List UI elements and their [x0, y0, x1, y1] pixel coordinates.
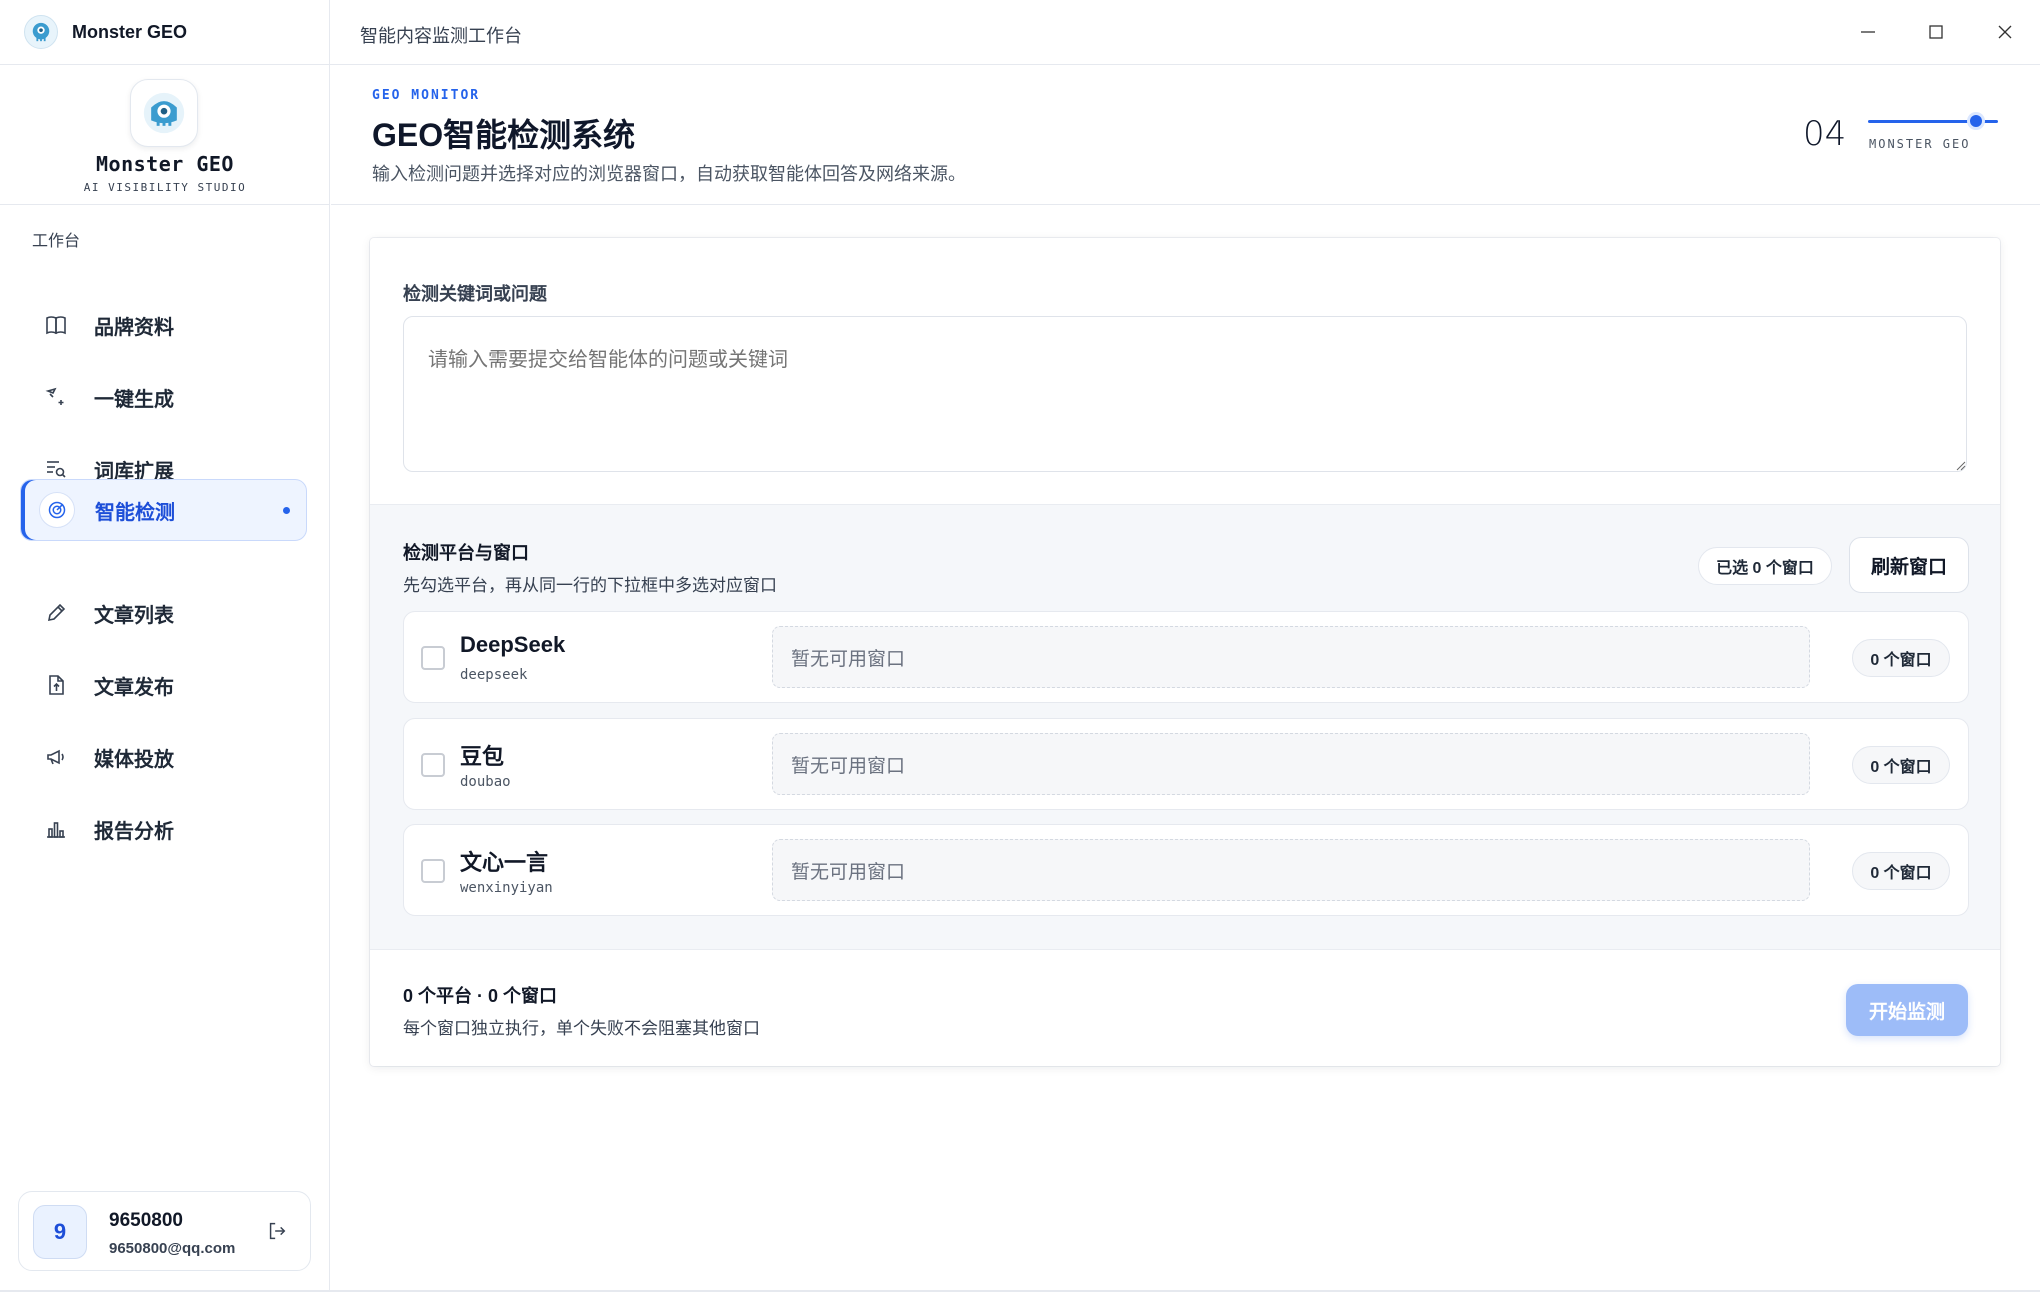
logout-button[interactable]: [266, 1220, 290, 1244]
platform-row-deepseek: DeepSeek deepseek 暂无可用窗口 0 个窗口: [403, 611, 1969, 703]
platform-name: 文心一言: [460, 850, 549, 875]
platform-section-title: 检测平台与窗口: [403, 543, 529, 563]
megaphone-icon: [38, 739, 74, 775]
detection-card: 检测关键词或问题 检测平台与窗口 先勾选平台，再从同一行的下拉框中多选对应窗口 …: [370, 238, 2000, 1066]
nav-item-article-publish[interactable]: 文章发布: [20, 654, 307, 716]
close-button[interactable]: [1985, 14, 2025, 50]
minimize-button[interactable]: [1848, 14, 1888, 50]
magic-wand-icon: [38, 379, 74, 415]
platform-name: 豆包: [460, 744, 505, 769]
summary-description: 每个窗口独立执行，单个失败不会阻塞其他窗口: [403, 1019, 760, 1038]
window-select-placeholder: 暂无可用窗口: [791, 861, 906, 883]
nav-item-label: 文章列表: [94, 604, 174, 627]
user-card: 9 9650800 9650800@qq.com: [18, 1191, 311, 1271]
active-indicator-dot: [283, 506, 290, 514]
platform-section: 检测平台与窗口 先勾选平台，再从同一行的下拉框中多选对应窗口 已选 0 个窗口 …: [370, 504, 2000, 950]
nav-item-one-click-generate[interactable]: 一键生成: [20, 366, 307, 428]
maximize-button[interactable]: [1916, 14, 1956, 50]
platform-row-wenxinyiyan: 文心一言 wenxinyiyan 暂无可用窗口 0 个窗口: [403, 824, 1969, 916]
window-count-badge: 0 个窗口: [1852, 639, 1950, 677]
bar-chart-icon: [38, 811, 74, 847]
sidebar: Monster GEO AI VISIBILITY STUDIO 工作台 品牌资…: [0, 65, 330, 1292]
start-monitoring-button[interactable]: 开始监测: [1846, 984, 1968, 1036]
close-icon: [1998, 25, 2012, 39]
window-select[interactable]: 暂无可用窗口: [772, 626, 1810, 688]
selected-windows-badge: 已选 0 个窗口: [1698, 547, 1832, 585]
window-count-badge: 0 个窗口: [1852, 852, 1950, 890]
platform-row-doubao: 豆包 doubao 暂无可用窗口 0 个窗口: [403, 718, 1969, 810]
platform-code: doubao: [460, 774, 511, 790]
window-select[interactable]: 暂无可用窗口: [772, 733, 1810, 795]
step-label: MONSTER GEO: [1869, 137, 1971, 151]
nav-item-article-list[interactable]: 文章列表: [20, 582, 307, 644]
nav-section-title: 工作台: [32, 233, 81, 250]
brand-block: Monster GEO AI VISIBILITY STUDIO: [0, 65, 329, 205]
brand-title: Monster GEO: [96, 152, 234, 176]
file-upload-icon: [38, 667, 74, 703]
platform-code: deepseek: [460, 667, 528, 683]
nav-item-label: 一键生成: [94, 388, 174, 411]
resize-grip-icon[interactable]: [1954, 459, 1966, 471]
platform-name: DeepSeek: [460, 632, 566, 657]
user-name: 9650800: [109, 1210, 183, 1231]
titlebar-brand: Monster GEO: [0, 0, 330, 64]
window-select-placeholder: 暂无可用窗口: [791, 648, 906, 670]
nav-item-label: 智能检测: [95, 501, 175, 524]
page-description: 输入检测问题并选择对应的浏览器窗口，自动获取智能体回答及网络来源。: [372, 164, 966, 184]
nav-item-label: 报告分析: [94, 820, 174, 843]
logout-icon: [269, 1222, 286, 1240]
step-number: 04: [1803, 114, 1847, 154]
page-eyebrow: GEO MONITOR: [372, 88, 481, 103]
platform-checkbox[interactable]: [421, 646, 445, 670]
header-divider: [331, 204, 2040, 205]
platform-section-description: 先勾选平台，再从同一行的下拉框中多选对应窗口: [403, 576, 777, 595]
pencil-icon: [38, 595, 74, 631]
user-email: 9650800@qq.com: [109, 1240, 236, 1257]
app-name: Monster GEO: [72, 21, 188, 42]
query-label: 检测关键词或问题: [403, 284, 547, 304]
nav-item-media-placement[interactable]: 媒体投放: [20, 726, 307, 788]
query-input[interactable]: [403, 316, 1967, 472]
maximize-icon: [1929, 25, 1943, 39]
window-select[interactable]: 暂无可用窗口: [772, 839, 1810, 901]
app-logo-icon: [24, 15, 58, 49]
avatar: 9: [33, 1205, 87, 1259]
platform-checkbox[interactable]: [421, 859, 445, 883]
book-icon: [38, 307, 74, 343]
platform-code: wenxinyiyan: [460, 880, 553, 896]
step-progress-dot: [1970, 115, 1982, 127]
brand-logo-icon: [130, 79, 198, 147]
title-bar: Monster GEO 智能内容监测工作台: [0, 0, 2040, 65]
page-title: GEO智能检测系统: [372, 117, 636, 153]
nav-item-report-analysis[interactable]: 报告分析: [20, 798, 307, 860]
nav-item-label: 媒体投放: [94, 748, 174, 771]
platform-checkbox[interactable]: [421, 753, 445, 777]
window-title: 智能内容监测工作台: [360, 26, 522, 46]
nav-item-label: 品牌资料: [94, 316, 174, 339]
brand-subtitle: AI VISIBILITY STUDIO: [83, 181, 247, 194]
window-count-badge: 0 个窗口: [1852, 746, 1950, 784]
summary-title: 0 个平台 · 0 个窗口: [403, 986, 558, 1006]
target-icon: [39, 492, 75, 528]
nav-item-label: 文章发布: [94, 676, 174, 699]
refresh-windows-button[interactable]: 刷新窗口: [1849, 537, 1969, 593]
minimize-icon: [1861, 31, 1875, 33]
nav-item-brand-profile[interactable]: 品牌资料: [20, 294, 307, 356]
window-select-placeholder: 暂无可用窗口: [791, 755, 906, 777]
nav-item-smart-detection[interactable]: 智能检测: [20, 479, 307, 541]
